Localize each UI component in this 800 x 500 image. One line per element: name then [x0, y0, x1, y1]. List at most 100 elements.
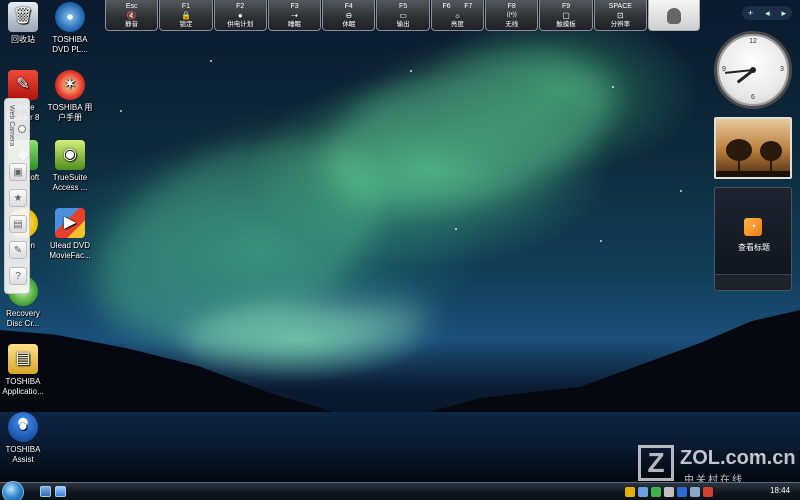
desktop-icon-label: TOSHIBA 用 户手册 [47, 103, 93, 122]
clock-tick-12: 12 [749, 38, 757, 45]
system-tray [625, 485, 713, 499]
fn-key-name: F5 [399, 3, 408, 10]
ulead-dvd-icon: ▶ [55, 208, 85, 238]
sidebar-next-button[interactable]: ▸ [782, 8, 787, 19]
fn-key-name: F4 [344, 3, 353, 10]
desktop-icon-toshiba-app[interactable]: ▤ TOSHIBA Applicatio... [0, 344, 56, 397]
truesuite-icon: ◉ [55, 140, 85, 170]
taskbar: 18:44 [0, 481, 800, 500]
webcam-tools-button[interactable]: ✎ [9, 241, 27, 259]
slideshow-ground [716, 171, 790, 177]
sidebar-prev-button[interactable]: ◂ [765, 8, 770, 19]
fn-key-label: 输出 [396, 21, 410, 28]
mountain-right [400, 310, 800, 420]
fn-key-label: 无线 [505, 21, 519, 28]
desktop-icon-label: TOSHIBA Assist [5, 445, 41, 464]
user-icon [666, 8, 681, 24]
feed-headlines-gadget[interactable]: ◔ 查看标题 [714, 187, 792, 291]
hibernate-icon: ⊖ [345, 11, 353, 20]
webcam-favorite-button[interactable]: ★ [9, 189, 27, 207]
desktop-icon-toshiba-dvd[interactable]: TOSHIBA DVD PL... [37, 2, 103, 55]
notification-tray-icon[interactable] [703, 487, 713, 497]
assist-icon: ● [8, 412, 38, 442]
user-account-button[interactable] [647, 0, 700, 31]
switch-windows-icon[interactable] [55, 486, 66, 497]
recycle-bin-icon: 🗑 [8, 2, 38, 32]
fn-key-label: 供电计划 [227, 21, 254, 28]
sidebar-add-gadget-button[interactable]: + [748, 8, 753, 18]
webcam-settings-button[interactable]: ▤ [9, 215, 27, 233]
battery-tray-icon[interactable] [651, 487, 661, 497]
fn-key-name: SPACE [608, 3, 632, 10]
display-output-icon: ▭ [399, 11, 407, 20]
star [455, 228, 457, 230]
fn-key-f4[interactable]: F4 ⊖ 休眠 [322, 0, 376, 31]
fn-key-esc[interactable]: Esc 🔇 静音 [105, 0, 159, 31]
web-camera-panel: Web Camera ▣ ★ ▤ ✎ ? [4, 98, 30, 294]
fn-key-f2[interactable]: F2 ● 供电计划 [213, 0, 267, 31]
desktop-icon-truesuite[interactable]: ◉ TrueSuite Access ... [37, 140, 103, 193]
desktop-wallpaper [0, 0, 800, 500]
webcam-display-button[interactable]: ▣ [9, 163, 27, 181]
star-icon: ★ [13, 192, 23, 204]
fn-key-f5[interactable]: F5 ▭ 输出 [376, 0, 430, 31]
web-camera-title: Web Camera [8, 105, 15, 147]
clock-tick-3: 3 [780, 66, 784, 73]
mute-icon: 🔇 [126, 11, 137, 20]
fn-key-label: 静音 [125, 21, 139, 28]
help-icon: ? [15, 270, 21, 282]
desktop-icon-label: TOSHIBA DVD PL... [52, 35, 88, 54]
adobe-reader-icon: ✎ [8, 70, 38, 100]
feed-gadget-footer [715, 274, 791, 290]
wireless-tray-icon[interactable] [690, 487, 700, 497]
fn-key-label: 睡眠 [288, 21, 302, 28]
bluetooth-tray-icon[interactable] [677, 487, 687, 497]
star [612, 86, 614, 88]
desktop-icon-label: TrueSuite Access ... [52, 173, 88, 192]
watermark-logo: Z [638, 445, 674, 481]
desktop-icon-toshiba-manual[interactable]: ✶ TOSHIBA 用 户手册 [37, 70, 103, 123]
fn-key-f8[interactable]: F8 ((•)) 无线 [485, 0, 539, 31]
fn-key-f1[interactable]: F1 🔒 锁定 [159, 0, 213, 31]
fn-key-label: 亮度 [450, 21, 464, 28]
fn-key-label: 触摸板 [556, 21, 576, 28]
brightness-icon: ☼ [453, 11, 462, 20]
slideshow-gadget[interactable] [714, 117, 792, 179]
clock-center-pin [750, 67, 756, 73]
security-tray-icon[interactable] [625, 487, 635, 497]
volume-tray-icon[interactable] [664, 487, 674, 497]
lock-icon: 🔒 [180, 11, 191, 20]
rss-feed-icon: ◔ [744, 218, 762, 236]
desktop-icon-label: Recovery Disc Cr... [6, 309, 40, 328]
show-desktop-icon[interactable] [40, 486, 51, 497]
sidebar-controls: + ◂ ▸ [742, 6, 792, 20]
fn-key-f6-f7[interactable]: F6 F7 ☼ 亮度 [430, 0, 485, 31]
desktop-icon-toshiba-assist[interactable]: ● TOSHIBA Assist [0, 412, 56, 465]
network-tray-icon[interactable] [638, 487, 648, 497]
fn-key-label: 休眠 [342, 21, 356, 28]
camera-toggle-icon[interactable] [18, 125, 26, 133]
clock-gadget[interactable]: 12 3 6 9 [714, 31, 792, 109]
fn-key-space[interactable]: SPACE ⊡ 分辨率 [593, 0, 647, 31]
desktop-icon-ulead-dvd[interactable]: ▶ Ulead DVD MovieFac... [37, 208, 103, 261]
folder-icon: ▤ [8, 344, 38, 374]
fn-key-f3[interactable]: F3 ⇢ 睡眠 [267, 0, 322, 31]
fn-key-label: 锁定 [179, 21, 193, 28]
settings-panel-icon: ▤ [13, 218, 23, 230]
start-button[interactable] [2, 481, 24, 500]
taskbar-clock[interactable]: 18:44 [770, 486, 790, 495]
star [600, 240, 602, 242]
dvd-player-icon [55, 2, 85, 32]
sleep-icon: ⇢ [291, 11, 298, 20]
webcam-help-button[interactable]: ? [9, 267, 27, 285]
fn-key-f9[interactable]: F9 ▢ 触摸板 [539, 0, 593, 31]
desktop-icon-label: TOSHIBA Applicatio... [2, 377, 44, 396]
watermark-brand: ZOL.com.cn [680, 447, 796, 469]
touchpad-icon: ▢ [562, 11, 570, 20]
manual-icon: ✶ [55, 70, 85, 100]
star [410, 70, 412, 72]
wrench-icon: ✎ [13, 244, 23, 256]
watermark: Z ZOL.com.cn 中关村在线 [638, 445, 798, 486]
fn-key-name: F6 F7 [442, 3, 473, 10]
view-headlines-link[interactable]: 查看标题 [715, 242, 793, 253]
